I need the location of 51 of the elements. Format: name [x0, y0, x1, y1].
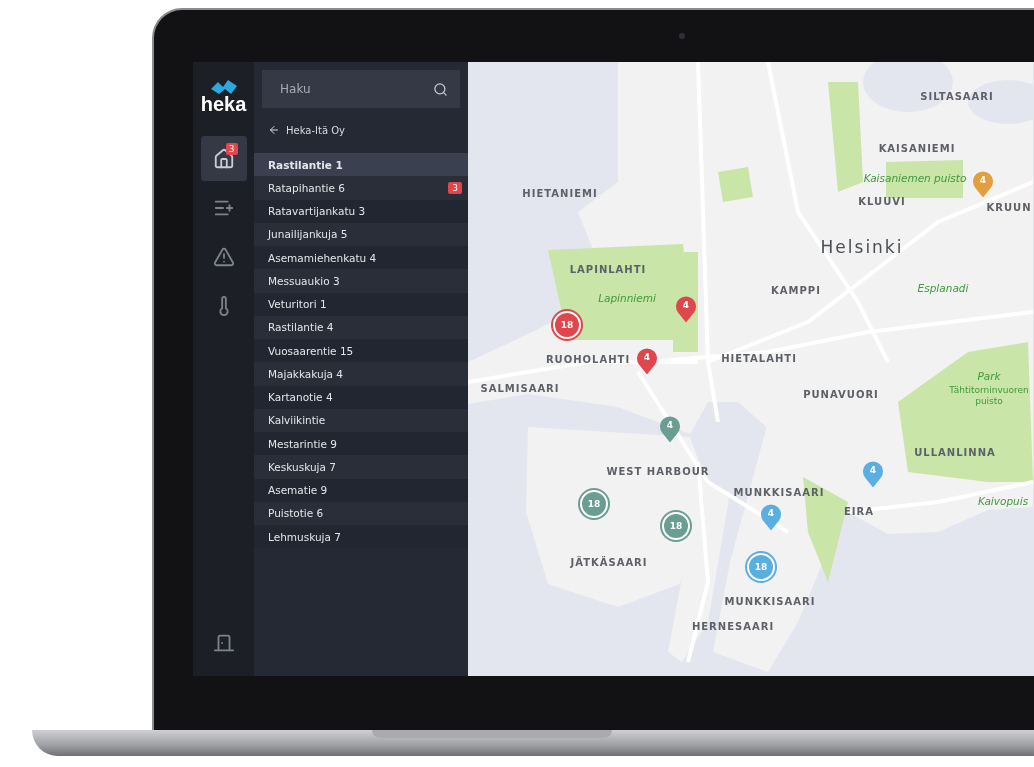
map-label: HERNESAARI — [691, 620, 775, 632]
map-label: RUOHOLAHTI — [545, 353, 631, 365]
map-label: HIETANIEMI — [522, 187, 598, 199]
search-field[interactable]: Haku — [262, 70, 460, 108]
logo-text: heka — [200, 94, 247, 114]
map-label: MUNKKISAARI — [733, 486, 825, 498]
map-label: HIETALAHTI — [721, 352, 797, 364]
map-label: Tähtitorninvuoren puisto — [948, 385, 1030, 407]
map-label: SALMISAARI — [480, 382, 560, 394]
search-icon — [433, 81, 448, 97]
list-item[interactable]: Rastilantie 1 — [254, 153, 468, 177]
map-cluster-marker[interactable]: 18 — [553, 311, 581, 339]
search-input[interactable]: Haku — [278, 81, 433, 97]
home-icon — [212, 147, 235, 170]
logo-icon — [210, 80, 237, 94]
map-label: Kaivopuis — [977, 495, 1029, 507]
map-label: Kaisaniemen puisto — [863, 172, 967, 184]
list-item[interactable]: Majakkakuja 4 — [254, 362, 468, 386]
map-pin[interactable]: 4 — [636, 346, 658, 375]
map-label: SILTASAARI — [920, 90, 994, 102]
list-item[interactable]: Puistotie 6 — [254, 501, 468, 525]
list-item[interactable]: Junailijankuja 5 — [254, 222, 468, 246]
map-label: KAISANIEMI — [878, 142, 956, 154]
map-label: Helsinki — [820, 237, 904, 257]
map-label: KRUUN — [986, 201, 1032, 213]
map-label: Lapinniemi — [598, 292, 656, 304]
map-label: KAMPPI — [771, 284, 821, 296]
list-item[interactable]: Ratapihantie 6 3 — [254, 176, 468, 200]
door-icon[interactable] — [212, 632, 235, 654]
map-label: KLUUVI — [858, 195, 906, 207]
map-label: EIRA — [844, 505, 874, 517]
list-item[interactable]: Rastilantie 4 — [254, 315, 468, 339]
count-badge: 3 — [448, 181, 462, 194]
map-label: Esplanadi — [917, 282, 969, 294]
map-label: Park — [977, 370, 1001, 382]
back-link[interactable]: Heka-Itä Oy — [254, 108, 468, 153]
camera-lens — [679, 33, 685, 39]
map-pin[interactable]: 4 — [675, 294, 697, 323]
warning-icon — [212, 245, 235, 268]
map-label: MUNKKISAARI — [724, 595, 816, 607]
map-label: WEST HARBOUR — [606, 465, 710, 477]
map-label: LAPINLAHTI — [569, 263, 647, 275]
arrow-left-icon — [268, 124, 280, 136]
map-label: ULLANLINNA — [914, 446, 996, 458]
list-item[interactable]: Kalviikintie — [254, 408, 468, 432]
map-label: PUNAVUORI — [803, 388, 879, 400]
list-item[interactable]: Keskuskuja 7 — [254, 455, 468, 479]
notification-badge: 3 — [225, 143, 238, 155]
list-item[interactable]: Messuaukio 3 — [254, 269, 468, 293]
map-label: JÄTKÄSAARI — [570, 556, 648, 568]
nav-button[interactable]: 3 — [200, 136, 247, 181]
